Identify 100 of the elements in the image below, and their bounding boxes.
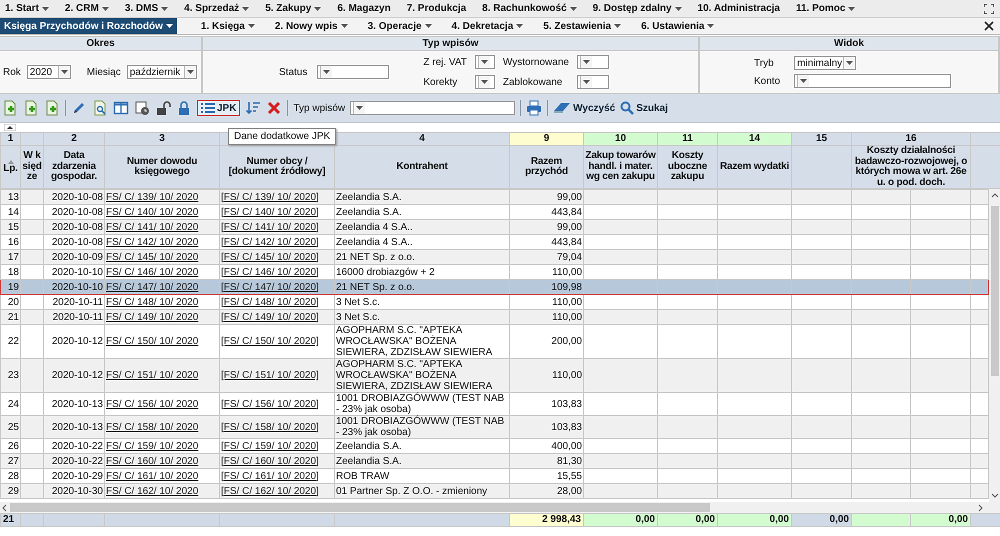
menu-item[interactable]: 8. Rachunkowość — [482, 3, 577, 14]
total-value: 0,00 — [948, 514, 968, 525]
scroll-left-icon[interactable] — [1, 504, 7, 512]
menu-item[interactable]: 6. Ustawienia — [641, 20, 714, 32]
field-label: Tryb — [754, 58, 775, 68]
jpk-button[interactable]: JPK — [197, 100, 240, 116]
column-number: 11 — [682, 134, 693, 144]
caret-icon — [582, 60, 590, 64]
select-field[interactable]: 2020 — [26, 65, 71, 79]
menu-item[interactable]: 11. Pomoc — [796, 3, 856, 14]
menu-item[interactable]: 4. Dekretacja — [452, 20, 524, 32]
menu-item[interactable]: 10. Administracja — [698, 3, 780, 14]
add-document-icon[interactable] — [44, 100, 60, 116]
table-cell: AGOPHARM S.C. "APTEKA WROCŁAWSKA" BOŻENA SIEWIERA, ZDZISŁAW SIEWIERA — [336, 359, 492, 392]
row-count: 21 — [3, 514, 14, 525]
select-field[interactable]: minimalny — [794, 56, 856, 70]
add-document-icon[interactable] — [23, 100, 39, 116]
table-cell: Zeelandia S.A. — [336, 192, 402, 202]
select-field[interactable] — [474, 75, 495, 89]
collapse-arrow-icon[interactable] — [4, 124, 16, 131]
select-field[interactable] — [474, 55, 495, 69]
menu-item[interactable]: 5. Zakupy — [265, 3, 322, 14]
search-button[interactable]: Szukaj — [620, 101, 668, 115]
total-value: 0,00 — [636, 514, 655, 525]
menu-item[interactable]: 4. Sprzedaż — [184, 3, 250, 14]
caret-icon — [323, 70, 330, 74]
history-icon[interactable] — [134, 100, 150, 116]
fullscreen-icon[interactable] — [984, 4, 994, 14]
preview-icon[interactable] — [92, 100, 108, 116]
scroll-right-icon[interactable] — [978, 504, 984, 512]
menu-item[interactable]: 2. CRM — [64, 3, 109, 14]
field-label: Typ wpisów — [293, 102, 346, 114]
table-cell: 110,00 — [552, 370, 582, 381]
clear-button[interactable]: Wyczyść — [553, 102, 616, 114]
column-number: 14 — [748, 134, 760, 144]
search-icon — [620, 101, 634, 115]
module-tab[interactable]: Księga Przychodów i Rozchodów — [0, 18, 177, 34]
table-cell: 2020-10-29 — [52, 470, 103, 482]
horizontal-scrollbar[interactable] — [0, 502, 1000, 513]
table-cell: Zeelandia S.A. — [336, 456, 402, 466]
table-cell: 2020-10-22 — [52, 440, 103, 452]
table-cell: 2020-10-22 — [52, 456, 103, 466]
menu-item[interactable]: 2. Nowy wpis — [274, 20, 348, 32]
delete-icon[interactable] — [266, 100, 282, 116]
pencil-icon[interactable] — [71, 100, 87, 116]
row-number: 26 — [8, 440, 19, 452]
select-field[interactable] — [576, 75, 609, 89]
lock-icon[interactable] — [176, 100, 192, 116]
field-label: Konto — [754, 76, 780, 86]
menu-item[interactable]: 9. Dostęp zdalny — [592, 3, 682, 14]
column-number: 1 — [8, 134, 14, 144]
section-header: Widok — [700, 37, 998, 51]
menu-item[interactable]: 7. Produkcja — [406, 3, 466, 14]
row-number: 15 — [8, 222, 19, 232]
print-icon[interactable] — [526, 100, 542, 116]
vertical-scrollbar[interactable] — [989, 189, 1000, 502]
table-cell: 443,84 — [551, 206, 582, 218]
columns-icon[interactable] — [113, 100, 129, 116]
table-cell: Zeelandia 4 S.A.. — [336, 222, 413, 232]
caret-icon — [161, 6, 168, 10]
table-cell: 21 NET Sp. z o.o. — [336, 252, 415, 262]
close-icon[interactable] — [984, 21, 994, 31]
scroll-up-icon[interactable] — [990, 192, 998, 198]
caret-icon — [800, 79, 808, 83]
add-document-icon[interactable] — [2, 100, 18, 116]
select-field[interactable]: październik — [126, 65, 197, 79]
table-cell: 99,00 — [556, 222, 582, 232]
field-label: Wystornowane — [502, 56, 569, 68]
row-number: 25 — [8, 422, 19, 432]
menu-item[interactable]: 1. Start — [5, 3, 49, 14]
select-field[interactable] — [576, 55, 609, 69]
table-cell: 2020-10-12 — [52, 336, 103, 347]
table-cell: 01 Partner Sp. Z O.O. - zmieniony — [336, 486, 488, 496]
menu-item[interactable]: 3. Operacje — [368, 20, 432, 32]
menu-item[interactable]: 1. Księga — [200, 20, 255, 32]
column-header[interactable]: Koszty działalności badawczo-rozwojowej, o których mowa w art. 26e u. o pod. doch. — [853, 146, 969, 188]
caret-icon — [582, 80, 590, 84]
select-field[interactable] — [350, 101, 516, 115]
caret-icon — [242, 6, 250, 10]
table-cell: 109,98 — [551, 282, 582, 292]
section-header: Typ wpisów — [203, 37, 698, 51]
menu-item[interactable]: 5. Zestawienia — [543, 20, 622, 32]
menu-item[interactable]: 6. Magazyn — [337, 3, 391, 14]
unlock-icon[interactable] — [155, 100, 171, 116]
table-cell: 15,55 — [556, 470, 582, 482]
sort-icon[interactable] — [245, 100, 262, 116]
table-cell: 2020-10-10 — [52, 282, 103, 292]
total-value: 0,00 — [830, 514, 849, 525]
table-cell: 400,00 — [551, 440, 582, 452]
select-field[interactable] — [317, 65, 390, 79]
table-cell: 2020-10-13 — [52, 422, 103, 432]
select-field[interactable] — [794, 74, 952, 88]
menu-item[interactable]: 3. DMS — [124, 3, 168, 14]
caret-icon — [848, 6, 856, 10]
row-number: 19 — [8, 282, 19, 292]
table-cell: 2020-10-08 — [52, 192, 103, 202]
list-icon — [201, 102, 215, 114]
scroll-down-icon[interactable] — [990, 493, 998, 499]
caret-icon — [340, 24, 348, 28]
column-header[interactable]: Lp. — [3, 164, 18, 174]
